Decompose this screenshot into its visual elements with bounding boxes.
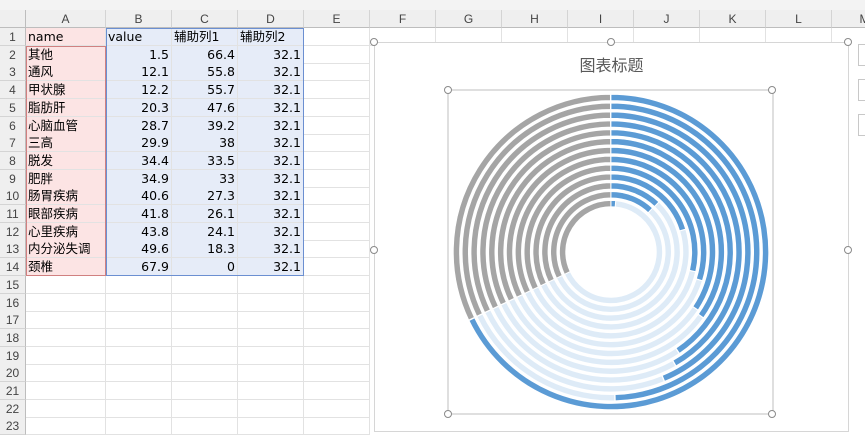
chart-styles-button[interactable]: [858, 79, 865, 101]
chart-elements-button[interactable]: [858, 44, 865, 66]
resize-handle[interactable]: [370, 246, 378, 254]
resize-handle[interactable]: [844, 38, 852, 46]
resize-handle[interactable]: [444, 86, 452, 94]
resize-handle[interactable]: [844, 246, 852, 254]
resize-handle[interactable]: [768, 86, 776, 94]
ring-1-value-segment[interactable]: [610, 200, 617, 208]
resize-handle[interactable]: [607, 38, 615, 46]
chart-filters-button[interactable]: [858, 114, 865, 136]
resize-handle[interactable]: [370, 38, 378, 46]
doughnut-chart[interactable]: [0, 0, 865, 429]
resize-handle[interactable]: [444, 410, 452, 418]
resize-handle[interactable]: [768, 410, 776, 418]
